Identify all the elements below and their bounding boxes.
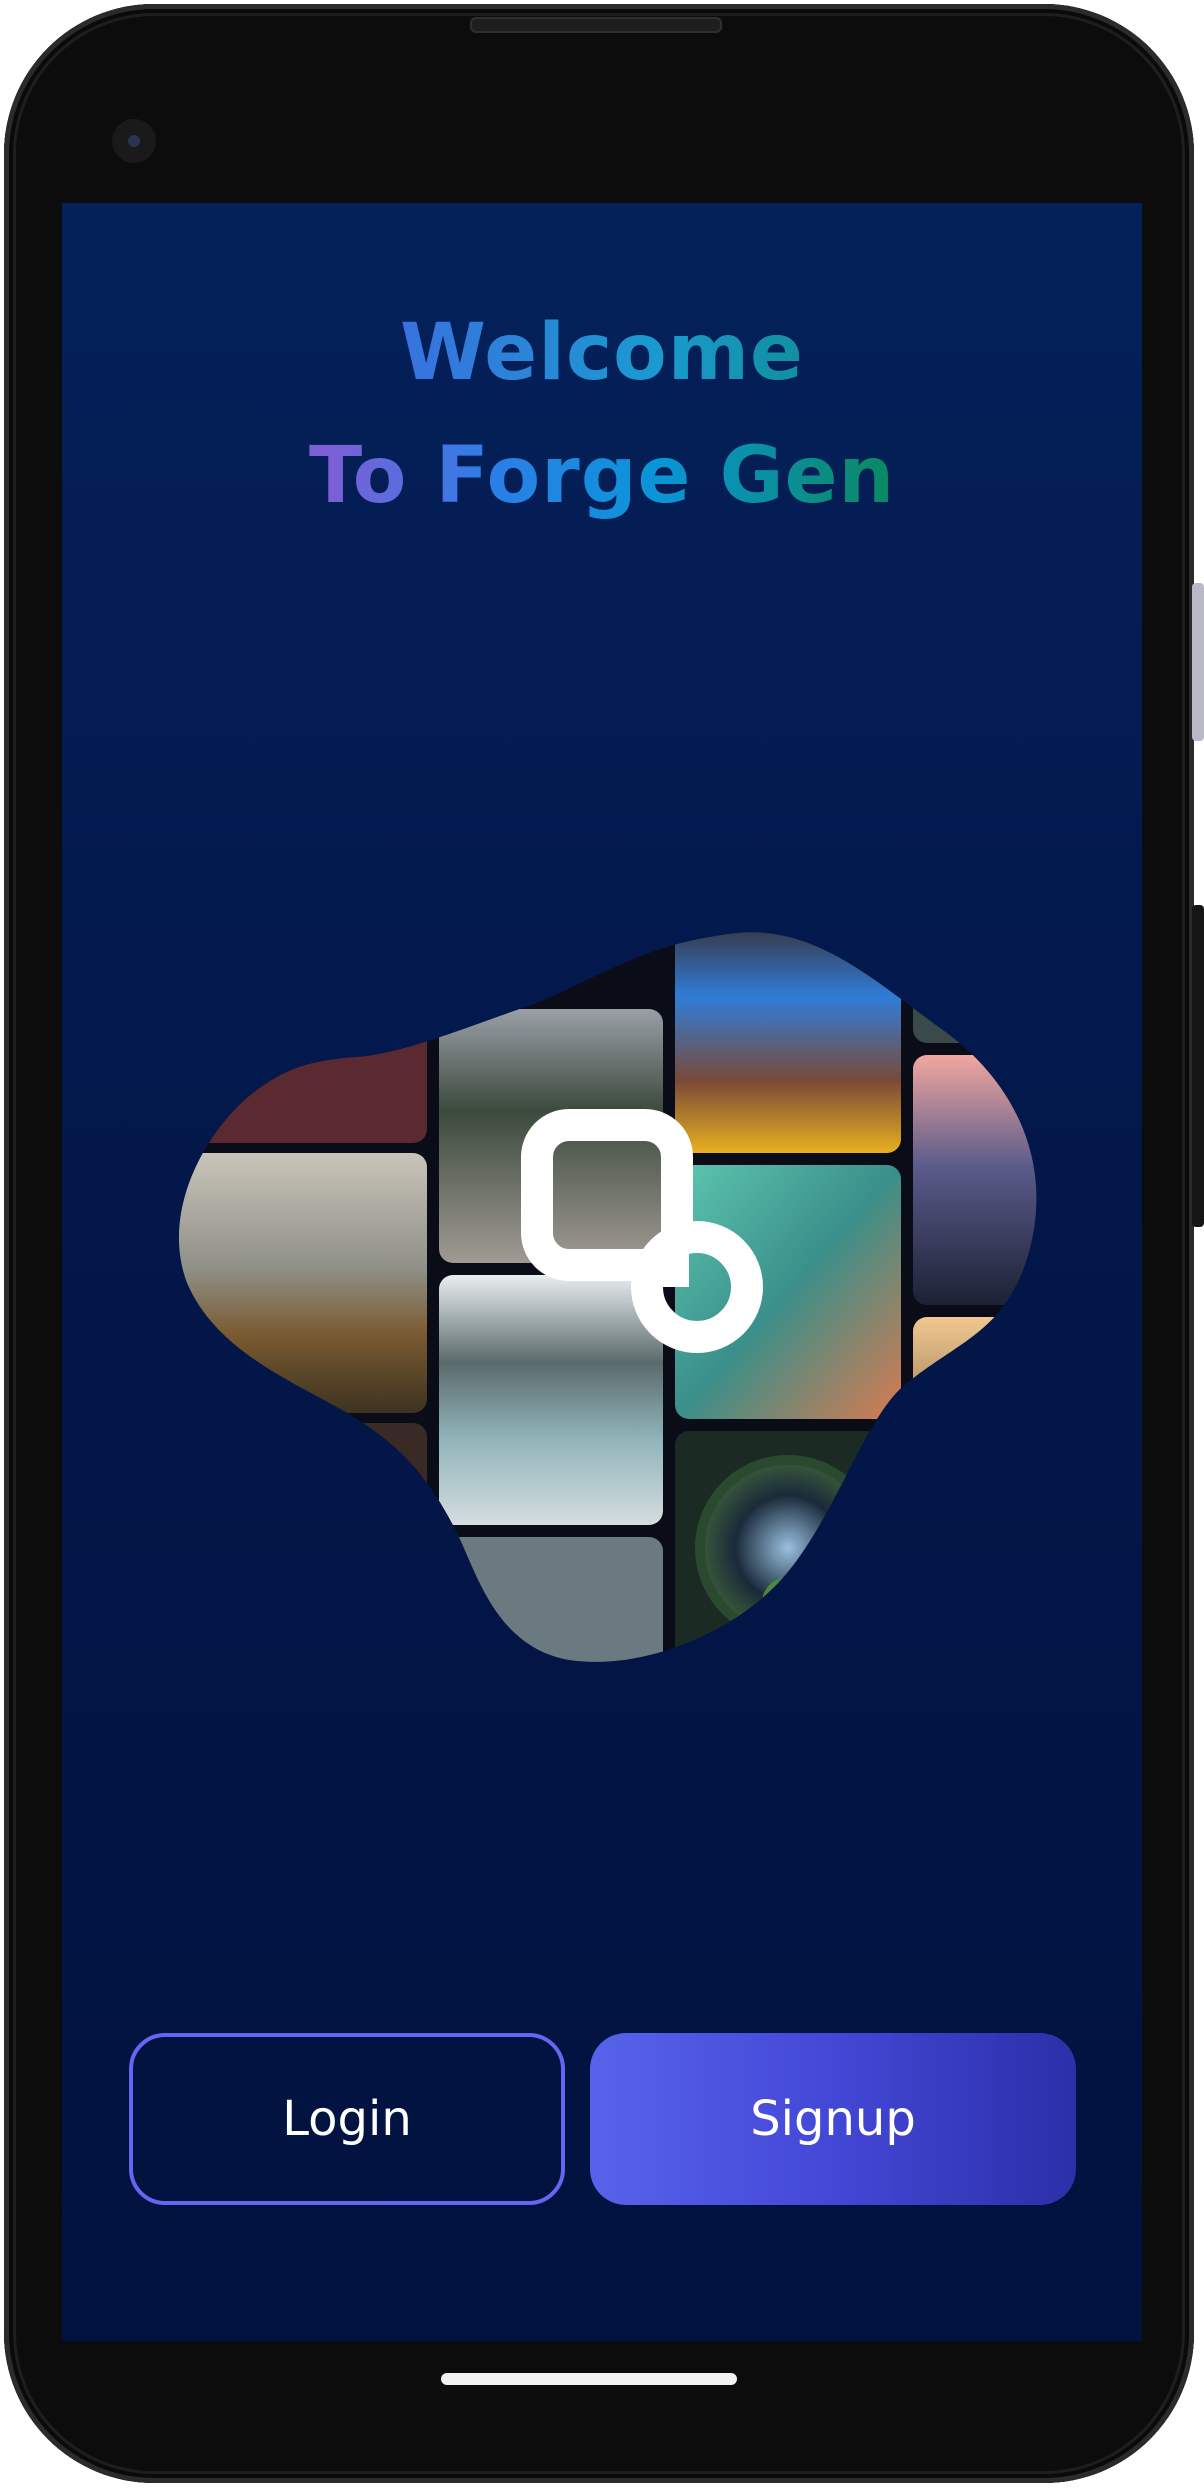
hero-collage [178,932,1037,1662]
signup-button[interactable]: Signup [590,2033,1076,2205]
power-button [1192,583,1204,741]
earpiece-speaker [470,17,722,33]
login-button[interactable]: Login [129,2033,565,2205]
welcome-screen: Welcome To Forge Gen Login Signup [62,203,1142,2341]
app-name-title: To Forge Gen [62,431,1142,521]
welcome-title: Welcome [62,308,1142,398]
home-indicator[interactable] [441,2373,737,2385]
phone-device: Welcome To Forge Gen Login Signup [0,0,1204,2491]
volume-button [1192,905,1204,1227]
front-camera-icon [106,113,162,169]
